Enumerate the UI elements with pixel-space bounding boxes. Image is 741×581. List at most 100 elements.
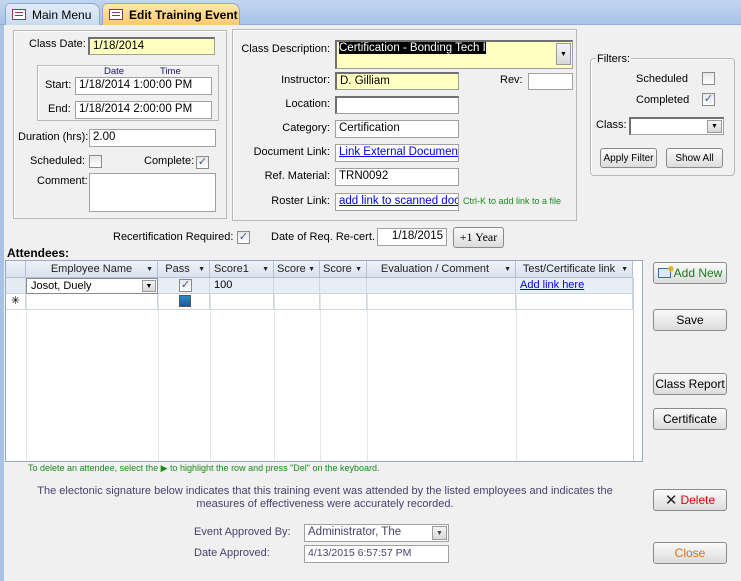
dropdown-arrow-icon[interactable]: ▼ bbox=[142, 280, 156, 292]
category-input[interactable]: Certification bbox=[335, 120, 459, 138]
class-description-combo[interactable]: Certification - Bonding Tech I ▼ bbox=[335, 40, 573, 69]
rev-input[interactable] bbox=[528, 73, 573, 90]
save-button[interactable]: Save bbox=[653, 309, 727, 331]
sort-arrow-icon[interactable]: ▼ bbox=[262, 266, 269, 273]
sort-arrow-icon[interactable]: ▼ bbox=[621, 266, 628, 273]
filter-scheduled-label: Scheduled bbox=[636, 73, 688, 85]
duration-input[interactable]: 2.00 bbox=[89, 129, 216, 147]
filter-completed-checkbox[interactable]: ✓ bbox=[702, 93, 715, 106]
score2-cell[interactable] bbox=[274, 294, 320, 310]
employee-name-combo[interactable]: Josot, Duely ▼ bbox=[26, 278, 158, 294]
certificate-button[interactable]: Certificate bbox=[653, 408, 727, 430]
column-header-evaluation[interactable]: Evaluation / Comment ▼ bbox=[367, 261, 516, 278]
column-label: Test/Certificate link bbox=[522, 263, 616, 275]
navigation-edge bbox=[0, 25, 4, 581]
ref-material-input[interactable]: TRN0092 bbox=[335, 168, 459, 186]
filter-class-combo[interactable]: ▼ bbox=[629, 117, 724, 135]
rev-label: Rev: bbox=[500, 74, 523, 86]
score3-cell[interactable] bbox=[320, 278, 367, 294]
sort-arrow-icon[interactable]: ▼ bbox=[308, 266, 315, 273]
end-input[interactable]: 1/18/2014 2:00:00 PM bbox=[75, 101, 212, 119]
evaluation-cell[interactable] bbox=[367, 278, 516, 294]
start-input[interactable]: 1/18/2014 1:00:00 PM bbox=[75, 77, 212, 95]
close-button[interactable]: Close bbox=[653, 542, 727, 564]
dropdown-arrow-icon[interactable]: ▼ bbox=[556, 43, 571, 65]
column-header-score1[interactable]: Score1 ▼ bbox=[210, 261, 274, 278]
show-all-button[interactable]: Show All bbox=[666, 148, 723, 168]
pass-cell[interactable]: ✓ bbox=[158, 278, 210, 294]
employee-name: Josot, Duely bbox=[31, 280, 92, 292]
tab-label: Edit Training Event bbox=[129, 7, 238, 22]
dropdown-arrow-icon[interactable]: ▼ bbox=[432, 526, 447, 540]
dropdown-arrow-icon[interactable]: ▼ bbox=[707, 120, 722, 133]
evaluation-cell[interactable] bbox=[367, 294, 516, 310]
delete-hint: To delete an attendee, select the ▶ to h… bbox=[28, 463, 380, 473]
approved-by-value: Administrator, The bbox=[308, 526, 402, 538]
signature-statement: The electonic signature below indicates … bbox=[20, 485, 630, 511]
column-label: Evaluation / Comment bbox=[380, 263, 490, 275]
delete-button[interactable]: ✕ Delete bbox=[653, 489, 727, 511]
column-label: Employee Name bbox=[50, 263, 133, 275]
score1-cell[interactable] bbox=[210, 294, 274, 310]
attendees-title: Attendees: bbox=[7, 246, 70, 260]
complete-checkbox[interactable]: ✓ bbox=[196, 156, 209, 169]
category-label: Category: bbox=[282, 122, 330, 134]
pass-checkbox[interactable] bbox=[179, 295, 191, 307]
select-all-corner[interactable] bbox=[6, 261, 26, 278]
column-header-score3[interactable]: Score ▼ bbox=[320, 261, 367, 278]
filter-completed-label: Completed bbox=[636, 94, 690, 106]
score1-cell[interactable]: 100 bbox=[210, 278, 274, 294]
class-description-value: Certification - Bonding Tech I bbox=[339, 42, 486, 54]
score3-cell[interactable] bbox=[320, 294, 367, 310]
delete-label: Delete bbox=[680, 493, 716, 507]
recert-date-input[interactable]: 1/18/2015 bbox=[377, 228, 447, 246]
roster-hint: Ctrl-K to add link to a file bbox=[463, 196, 562, 206]
plus-one-year-button[interactable]: +1 Year bbox=[453, 227, 504, 248]
roster-link[interactable]: add link to scanned doc bbox=[335, 193, 459, 211]
recert-required-label: Recertification Required: bbox=[113, 231, 234, 243]
approved-by-combo[interactable]: Administrator, The ▼ bbox=[304, 524, 449, 542]
date-approved-label: Date Approved: bbox=[194, 547, 270, 559]
comment-textarea[interactable] bbox=[89, 173, 216, 212]
apply-filter-button[interactable]: Apply Filter bbox=[600, 148, 657, 168]
add-new-button[interactable]: ✸ Add New bbox=[653, 262, 727, 284]
comment-label: Comment: bbox=[37, 175, 88, 187]
signature-line-1: The electonic signature below indicates … bbox=[37, 485, 613, 497]
sort-arrow-icon[interactable]: ▼ bbox=[504, 266, 511, 273]
ref-material-label: Ref. Material: bbox=[264, 170, 330, 182]
column-header-test-link[interactable]: Test/Certificate link ▼ bbox=[516, 261, 633, 278]
location-input[interactable] bbox=[335, 96, 459, 114]
time-header: Time bbox=[160, 66, 181, 77]
attendees-grid[interactable]: Employee Name ▼ Pass ▼ Score1 ▼ Score ▼ Scor… bbox=[5, 260, 643, 462]
tab-edit-training-event[interactable]: Edit Training Event bbox=[102, 3, 240, 25]
test-link-cell[interactable] bbox=[516, 294, 633, 310]
document-link-label: Document Link: bbox=[253, 146, 330, 158]
row-selector[interactable] bbox=[6, 278, 26, 294]
class-date-input[interactable]: 1/18/2014 bbox=[88, 37, 215, 55]
scheduled-label: Scheduled: bbox=[30, 155, 86, 167]
instructor-label: Instructor: bbox=[281, 74, 330, 86]
filter-scheduled-checkbox[interactable] bbox=[702, 72, 715, 85]
pass-cell[interactable] bbox=[158, 294, 210, 310]
scheduled-checkbox[interactable] bbox=[89, 155, 102, 168]
pass-checkbox[interactable]: ✓ bbox=[179, 279, 192, 292]
column-header-pass[interactable]: Pass ▼ bbox=[158, 261, 210, 278]
date-approved-input[interactable]: 4/13/2015 6:57:57 PM bbox=[304, 545, 449, 563]
column-header-score2[interactable]: Score ▼ bbox=[274, 261, 320, 278]
sort-arrow-icon[interactable]: ▼ bbox=[355, 266, 362, 273]
close-x-icon: ✕ bbox=[664, 492, 678, 509]
score2-cell[interactable] bbox=[274, 278, 320, 294]
add-record-icon: ✸ bbox=[657, 264, 675, 278]
tab-label: Main Menu bbox=[32, 7, 92, 22]
recert-required-checkbox[interactable]: ✓ bbox=[237, 231, 250, 244]
tab-main-menu[interactable]: Main Menu bbox=[5, 3, 100, 25]
column-header-employee-name[interactable]: Employee Name ▼ bbox=[26, 261, 158, 278]
sort-arrow-icon[interactable]: ▼ bbox=[198, 266, 205, 273]
class-report-button[interactable]: Class Report bbox=[653, 373, 727, 395]
document-link[interactable]: Link External Document bbox=[335, 144, 459, 162]
test-link-cell[interactable]: Add link here bbox=[516, 278, 633, 294]
instructor-input[interactable]: D. Gilliam bbox=[335, 72, 459, 90]
employee-name-cell[interactable] bbox=[26, 294, 158, 310]
complete-label: Complete: bbox=[144, 155, 195, 167]
sort-arrow-icon[interactable]: ▼ bbox=[146, 266, 153, 273]
